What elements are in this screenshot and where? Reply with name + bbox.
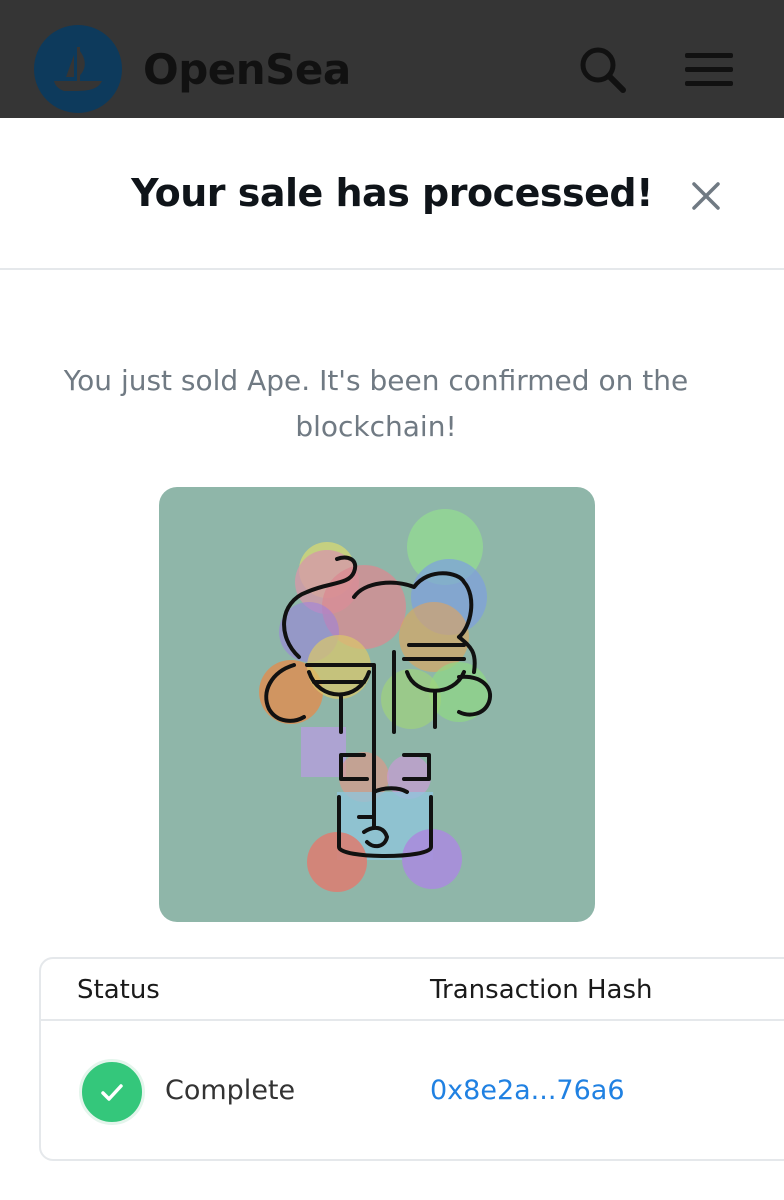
nft-artwork-image <box>159 487 595 922</box>
modal-title: Your sale has processed! <box>131 171 653 215</box>
status-column-header: Status <box>77 975 160 1005</box>
close-icon[interactable] <box>686 176 726 216</box>
transaction-hash-link[interactable]: 0x8e2a...76a6 <box>430 1073 625 1109</box>
search-icon[interactable] <box>576 44 630 96</box>
confirmation-message: You just sold Ape. It's been confirmed o… <box>63 364 689 443</box>
modal-header: Your sale has processed! <box>0 118 784 270</box>
transaction-status-table: Status Transaction Hash Complete 0x8e2a.… <box>39 957 784 1161</box>
checkmark-icon <box>79 1059 145 1125</box>
top-navbar: OpenSea <box>0 0 784 118</box>
hash-column-header: Transaction Hash <box>430 975 653 1005</box>
hamburger-menu-icon[interactable] <box>683 50 735 90</box>
opensea-logo-icon[interactable] <box>34 25 122 113</box>
table-header: Status Transaction Hash <box>41 959 784 1021</box>
status-value: Complete <box>165 1075 296 1106</box>
brand-name[interactable]: OpenSea <box>143 44 351 96</box>
